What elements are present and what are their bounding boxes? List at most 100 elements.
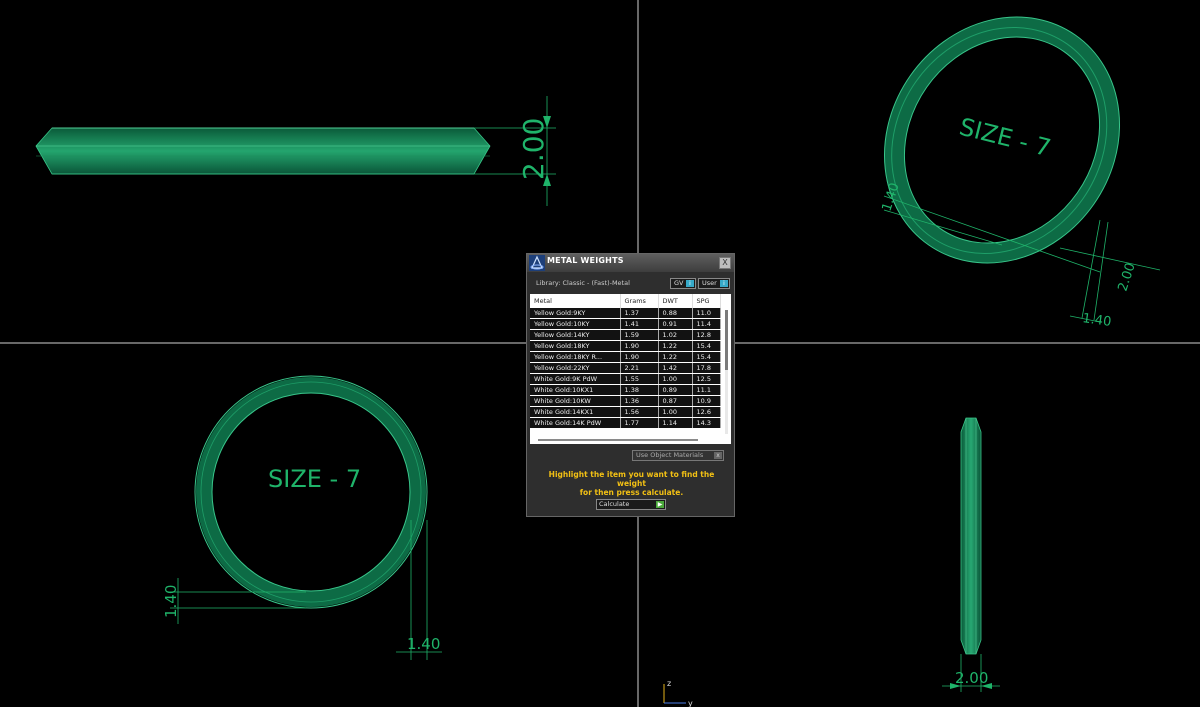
perspective-size-label: SIZE - 7 (957, 113, 1054, 163)
gv-info-icon: i (686, 280, 694, 287)
gv-button[interactable]: GV i (670, 278, 696, 289)
app-logo-icon (529, 255, 545, 271)
front-view-ring[interactable] (35, 127, 491, 175)
user-info-icon: i (720, 280, 728, 287)
cell-metal: White Gold:14K PdW (530, 417, 621, 429)
axis-z-label: z (667, 679, 671, 688)
column-header-spg[interactable]: SPG (692, 294, 721, 308)
axis-y-label: y (688, 699, 693, 707)
calculate-label: Calculate (599, 500, 630, 508)
cell-grams: 1.90 (620, 340, 659, 352)
column-header-grams[interactable]: Grams (620, 294, 659, 308)
table-row[interactable]: Yellow Gold:14KY 1.59 1.02 12.8 (530, 329, 721, 341)
metal-table[interactable]: Metal Grams DWT SPG Yellow Gold:9KY 1.37 0… (530, 294, 721, 429)
cell-metal: White Gold:9K PdW (530, 373, 621, 385)
cell-dwt: 1.42 (658, 362, 693, 374)
cell-dwt: 1.14 (658, 417, 693, 429)
metal-weights-dialog[interactable]: METAL WEIGHTS X Library: Classic - (Fast… (526, 253, 735, 517)
cell-dwt: 1.02 (658, 329, 693, 341)
cell-metal: Yellow Gold:18KY (530, 340, 621, 352)
use-object-materials-toggle[interactable]: Use Object Materials x (632, 450, 724, 461)
top-height-label: 1.40 (162, 585, 180, 618)
cell-dwt: 1.22 (658, 351, 693, 363)
user-label: User (702, 279, 717, 287)
close-button[interactable]: X (719, 257, 731, 269)
cell-spg: 15.4 (692, 351, 721, 363)
cell-spg: 12.6 (692, 406, 721, 418)
persp-width-label: 2.00 (1116, 261, 1139, 293)
cell-dwt: 1.22 (658, 340, 693, 352)
cell-grams: 1.59 (620, 329, 659, 341)
cell-grams: 1.77 (620, 417, 659, 429)
cell-grams: 1.90 (620, 351, 659, 363)
hint-text: Highlight the item you want to find the … (533, 470, 730, 497)
cell-metal: White Gold:14KX1 (530, 406, 621, 418)
table-row[interactable]: Yellow Gold:22KY 2.21 1.42 17.8 (530, 362, 721, 374)
cell-metal: Yellow Gold:14KY (530, 329, 621, 341)
dialog-title: METAL WEIGHTS (547, 256, 624, 265)
cell-dwt: 1.00 (658, 373, 693, 385)
metal-table-container[interactable]: Metal Grams DWT SPG Yellow Gold:9KY 1.37 0… (530, 294, 731, 444)
table-row[interactable]: White Gold:10KX1 1.38 0.89 11.1 (530, 384, 721, 396)
axis-indicator: z y (663, 679, 693, 707)
cell-dwt: 0.88 (658, 308, 693, 319)
user-button[interactable]: User i (698, 278, 730, 289)
top-view-ring[interactable]: SIZE - 7 (194, 375, 428, 609)
vertical-scroll-thumb[interactable] (725, 310, 728, 370)
cell-metal: White Gold:10KW (530, 395, 621, 407)
checkbox-icon: x (714, 452, 722, 459)
cell-grams: 2.21 (620, 362, 659, 374)
cell-spg: 14.3 (692, 417, 721, 429)
cell-grams: 1.56 (620, 406, 659, 418)
table-vertical-scrollbar[interactable] (725, 310, 728, 434)
table-header-row: Metal Grams DWT SPG (530, 294, 721, 308)
table-row[interactable]: White Gold:14KX1 1.56 1.00 12.6 (530, 406, 721, 418)
cell-spg: 11.0 (692, 308, 721, 319)
cell-spg: 11.1 (692, 384, 721, 396)
cell-spg: 10.9 (692, 395, 721, 407)
cell-spg: 17.8 (692, 362, 721, 374)
cell-metal: Yellow Gold:18KY R... (530, 351, 621, 363)
cell-spg: 11.4 (692, 318, 721, 330)
cell-metal: Yellow Gold:10KY (530, 318, 621, 330)
table-row[interactable]: White Gold:9K PdW 1.55 1.00 12.5 (530, 373, 721, 385)
cell-dwt: 1.00 (658, 406, 693, 418)
cell-spg: 15.4 (692, 340, 721, 352)
table-row[interactable]: Yellow Gold:10KY 1.41 0.91 11.4 (530, 318, 721, 330)
cell-grams: 1.41 (620, 318, 659, 330)
cell-spg: 12.8 (692, 329, 721, 341)
top-size-label: SIZE - 7 (268, 465, 361, 493)
front-height-label: 2.00 (517, 118, 550, 180)
table-row[interactable]: White Gold:10KW 1.36 0.87 10.9 (530, 395, 721, 407)
cell-dwt: 0.89 (658, 384, 693, 396)
cell-dwt: 0.91 (658, 318, 693, 330)
hint-line-1: Highlight the item you want to find the … (548, 470, 715, 488)
cell-spg: 12.5 (692, 373, 721, 385)
gv-label: GV (674, 279, 684, 287)
side-view-ring[interactable] (960, 417, 982, 655)
persp-height-bottom-label: 1.40 (1081, 311, 1112, 330)
table-row[interactable]: Yellow Gold:9KY 1.37 0.88 11.0 (530, 308, 721, 319)
cell-grams: 1.37 (620, 308, 659, 319)
use-object-label: Use Object Materials (636, 451, 704, 459)
hint-line-2: for then press calculate. (579, 488, 684, 497)
perspective-view-ring[interactable]: SIZE - 7 (837, 0, 1167, 309)
library-label: Library: Classic - (Fast)-Metal (536, 279, 630, 287)
cell-metal: Yellow Gold:9KY (530, 308, 621, 319)
cell-grams: 1.38 (620, 384, 659, 396)
column-header-metal[interactable]: Metal (530, 294, 621, 308)
cell-metal: Yellow Gold:22KY (530, 362, 621, 374)
cell-grams: 1.36 (620, 395, 659, 407)
metal-table-body: Yellow Gold:9KY 1.37 0.88 11.0 Yellow Gold:1… (530, 308, 721, 429)
table-horizontal-scrollbar[interactable] (538, 439, 698, 441)
cell-metal: White Gold:10KX1 (530, 384, 621, 396)
cell-dwt: 0.87 (658, 395, 693, 407)
table-row[interactable]: Yellow Gold:18KY R... 1.90 1.22 15.4 (530, 351, 721, 363)
calculate-button[interactable]: Calculate ▶ (596, 499, 666, 510)
column-header-dwt[interactable]: DWT (658, 294, 693, 308)
table-row[interactable]: White Gold:14K PdW 1.77 1.14 14.3 (530, 417, 721, 429)
table-row[interactable]: Yellow Gold:18KY 1.90 1.22 15.4 (530, 340, 721, 352)
side-width-label: 2.00 (955, 669, 988, 687)
dialog-titlebar[interactable]: METAL WEIGHTS X (527, 254, 734, 272)
side-width-dimension: 2.00 (942, 654, 1000, 692)
